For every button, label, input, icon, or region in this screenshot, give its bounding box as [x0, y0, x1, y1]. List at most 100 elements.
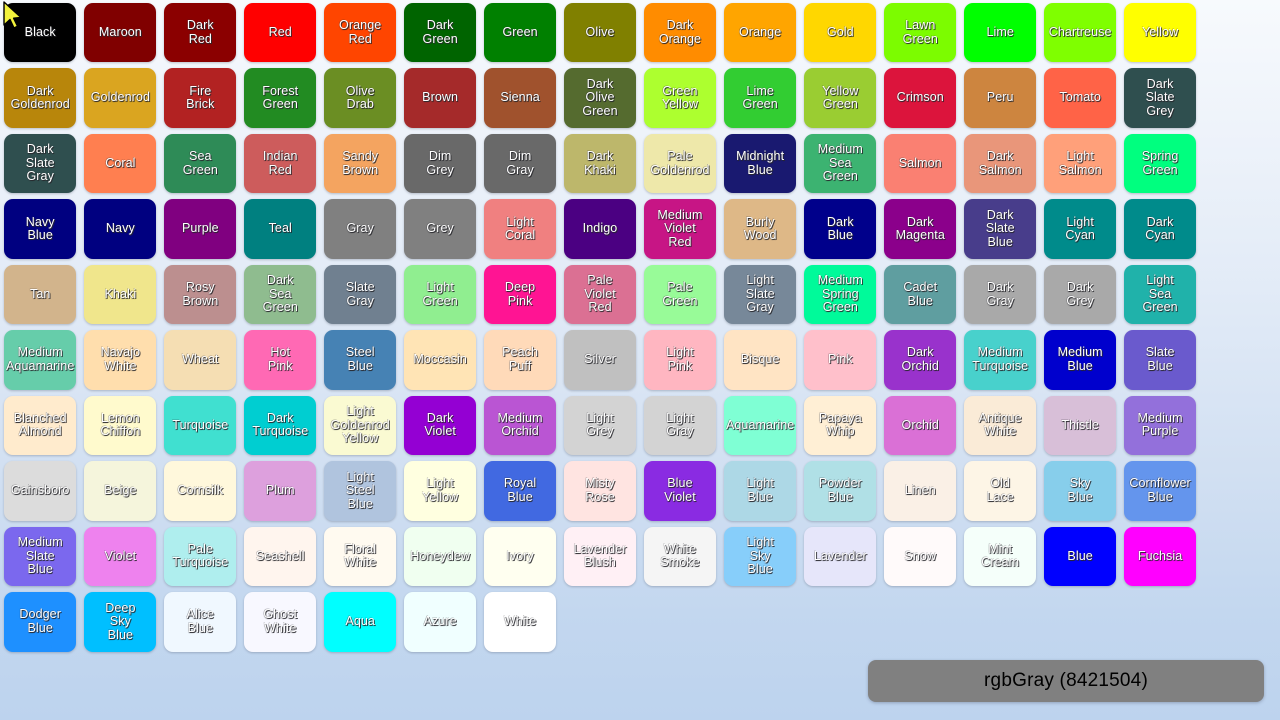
- color-swatch[interactable]: Dark Blue: [804, 199, 877, 259]
- color-swatch[interactable]: Violet: [84, 526, 157, 587]
- color-swatch[interactable]: Light Salmon: [1044, 133, 1117, 194]
- color-swatch-cell[interactable]: Medium Sea Green: [800, 131, 880, 196]
- color-swatch-cell[interactable]: Light Steel Blue: [320, 458, 400, 523]
- color-swatch[interactable]: Medium Blue: [1044, 330, 1117, 390]
- color-swatch-cell[interactable]: Orange: [720, 0, 800, 65]
- color-swatch-cell[interactable]: Mint Cream: [960, 524, 1040, 589]
- color-swatch[interactable]: Bisque: [723, 330, 797, 390]
- color-swatch-cell[interactable]: Pink: [800, 327, 880, 392]
- color-swatch-cell[interactable]: Forest Green: [240, 65, 320, 130]
- color-swatch-cell[interactable]: Black: [0, 0, 80, 65]
- color-swatch-cell[interactable]: Steel Blue: [320, 327, 400, 392]
- color-swatch-cell[interactable]: Light Gray: [640, 393, 720, 458]
- color-swatch-cell[interactable]: Lavender: [800, 524, 880, 589]
- color-swatch-cell[interactable]: Orchid: [880, 393, 960, 458]
- color-swatch-cell[interactable]: Gray: [320, 196, 400, 261]
- color-swatch[interactable]: Pink: [804, 330, 877, 390]
- color-swatch[interactable]: Forest Green: [244, 68, 317, 128]
- color-swatch-cell[interactable]: Dark Red: [160, 0, 240, 65]
- color-swatch-cell[interactable]: Cornflower Blue: [1120, 458, 1200, 523]
- color-swatch-cell[interactable]: Grey: [400, 196, 480, 261]
- color-swatch-cell[interactable]: Silver: [560, 327, 640, 392]
- color-swatch[interactable]: Mint Cream: [964, 526, 1037, 587]
- color-swatch[interactable]: Cadet Blue: [884, 264, 957, 325]
- color-swatch[interactable]: Floral White: [324, 526, 397, 587]
- color-swatch[interactable]: White: [484, 592, 557, 652]
- color-swatch-cell[interactable]: Blue Violet: [640, 458, 720, 523]
- color-swatch[interactable]: Lemon Chiffon: [84, 395, 157, 456]
- color-swatch[interactable]: Light Sky Blue: [723, 526, 797, 587]
- color-swatch-cell[interactable]: Light Coral: [480, 196, 560, 261]
- color-swatch[interactable]: Ivory: [484, 526, 557, 587]
- color-swatch[interactable]: Gainsboro: [4, 461, 77, 521]
- color-swatch[interactable]: Red: [244, 3, 317, 63]
- color-swatch[interactable]: Purple: [164, 199, 237, 259]
- color-swatch[interactable]: Dodger Blue: [4, 592, 77, 652]
- color-swatch[interactable]: Thistle: [1044, 395, 1117, 456]
- color-swatch[interactable]: Salmon: [884, 133, 957, 194]
- color-swatch[interactable]: Light Green: [404, 264, 477, 325]
- color-swatch-cell[interactable]: Lime: [960, 0, 1040, 65]
- color-swatch-cell[interactable]: Bisque: [720, 327, 800, 392]
- color-swatch-cell[interactable]: Navy: [80, 196, 160, 261]
- color-swatch-cell[interactable]: Brown: [400, 65, 480, 130]
- color-swatch[interactable]: Orchid: [884, 395, 957, 456]
- color-swatch[interactable]: Medium Aquamarine: [4, 330, 77, 390]
- color-swatch-cell[interactable]: Turquoise: [160, 393, 240, 458]
- color-swatch-cell[interactable]: Slate Blue: [1120, 327, 1200, 392]
- color-swatch[interactable]: Wheat: [164, 330, 237, 390]
- color-swatch-cell[interactable]: Light Sea Green: [1120, 262, 1200, 327]
- color-swatch[interactable]: Fuchsia: [1124, 526, 1197, 587]
- color-swatch[interactable]: Dim Gray: [484, 133, 557, 194]
- color-swatch[interactable]: Beige: [84, 461, 157, 521]
- color-swatch[interactable]: Light Sea Green: [1124, 264, 1197, 325]
- color-swatch-cell[interactable]: Light Pink: [640, 327, 720, 392]
- color-swatch[interactable]: Deep Sky Blue: [84, 592, 157, 652]
- color-swatch-cell[interactable]: Blanched Almond: [0, 393, 80, 458]
- color-swatch-cell[interactable]: Burly Wood: [720, 196, 800, 261]
- color-swatch[interactable]: Deep Pink: [484, 264, 557, 325]
- color-swatch-cell[interactable]: Dark Salmon: [960, 131, 1040, 196]
- color-swatch[interactable]: Aqua: [324, 592, 397, 652]
- color-swatch[interactable]: Crimson: [884, 68, 957, 128]
- color-swatch-cell[interactable]: Deep Sky Blue: [80, 589, 160, 654]
- color-swatch-cell[interactable]: Fire Brick: [160, 65, 240, 130]
- color-swatch-cell[interactable]: Lawn Green: [880, 0, 960, 65]
- color-swatch[interactable]: Hot Pink: [244, 330, 317, 390]
- color-swatch[interactable]: Snow: [884, 526, 957, 587]
- color-swatch-cell[interactable]: Lavender Blush: [560, 524, 640, 589]
- color-swatch-cell[interactable]: White Smoke: [640, 524, 720, 589]
- color-swatch[interactable]: Papaya Whip: [804, 395, 877, 456]
- color-swatch-cell[interactable]: Yellow: [1120, 0, 1200, 65]
- color-swatch[interactable]: Old Lace: [964, 461, 1037, 521]
- color-swatch[interactable]: Pale Turquoise: [164, 526, 237, 587]
- color-swatch-cell[interactable]: Gainsboro: [0, 458, 80, 523]
- color-swatch[interactable]: Peru: [964, 68, 1037, 128]
- color-swatch-cell[interactable]: Dark Slate Gray: [0, 131, 80, 196]
- color-swatch-cell[interactable]: Goldenrod: [80, 65, 160, 130]
- color-swatch[interactable]: Slate Gray: [324, 264, 397, 325]
- color-swatch[interactable]: Peach Puff: [484, 330, 557, 390]
- color-swatch[interactable]: Yellow: [1124, 3, 1197, 63]
- color-swatch[interactable]: Moccasin: [404, 330, 477, 390]
- color-swatch[interactable]: Green: [484, 3, 557, 63]
- color-swatch[interactable]: White Smoke: [643, 526, 716, 587]
- color-swatch-cell[interactable]: Light Cyan: [1040, 196, 1120, 261]
- color-swatch-cell[interactable]: Navy Blue: [0, 196, 80, 261]
- color-swatch[interactable]: Light Coral: [484, 199, 557, 259]
- color-swatch-cell[interactable]: Indigo: [560, 196, 640, 261]
- color-swatch-cell[interactable]: Medium Slate Blue: [0, 524, 80, 589]
- color-swatch-cell[interactable]: Ivory: [480, 524, 560, 589]
- color-swatch-cell[interactable]: Dark Khaki: [560, 131, 640, 196]
- color-swatch-cell[interactable]: Medium Aquamarine: [0, 327, 80, 392]
- color-swatch[interactable]: Dark Olive Green: [564, 68, 636, 128]
- color-swatch-cell[interactable]: Sandy Brown: [320, 131, 400, 196]
- color-swatch[interactable]: Dark Slate Blue: [964, 199, 1037, 259]
- color-swatch-cell[interactable]: Pale Green: [640, 262, 720, 327]
- color-swatch[interactable]: Spring Green: [1124, 133, 1197, 194]
- color-swatch-cell[interactable]: Papaya Whip: [800, 393, 880, 458]
- color-swatch[interactable]: Maroon: [84, 3, 157, 63]
- color-swatch[interactable]: Indian Red: [244, 133, 317, 194]
- color-swatch[interactable]: Indigo: [564, 199, 636, 259]
- color-swatch[interactable]: Cornsilk: [164, 461, 237, 521]
